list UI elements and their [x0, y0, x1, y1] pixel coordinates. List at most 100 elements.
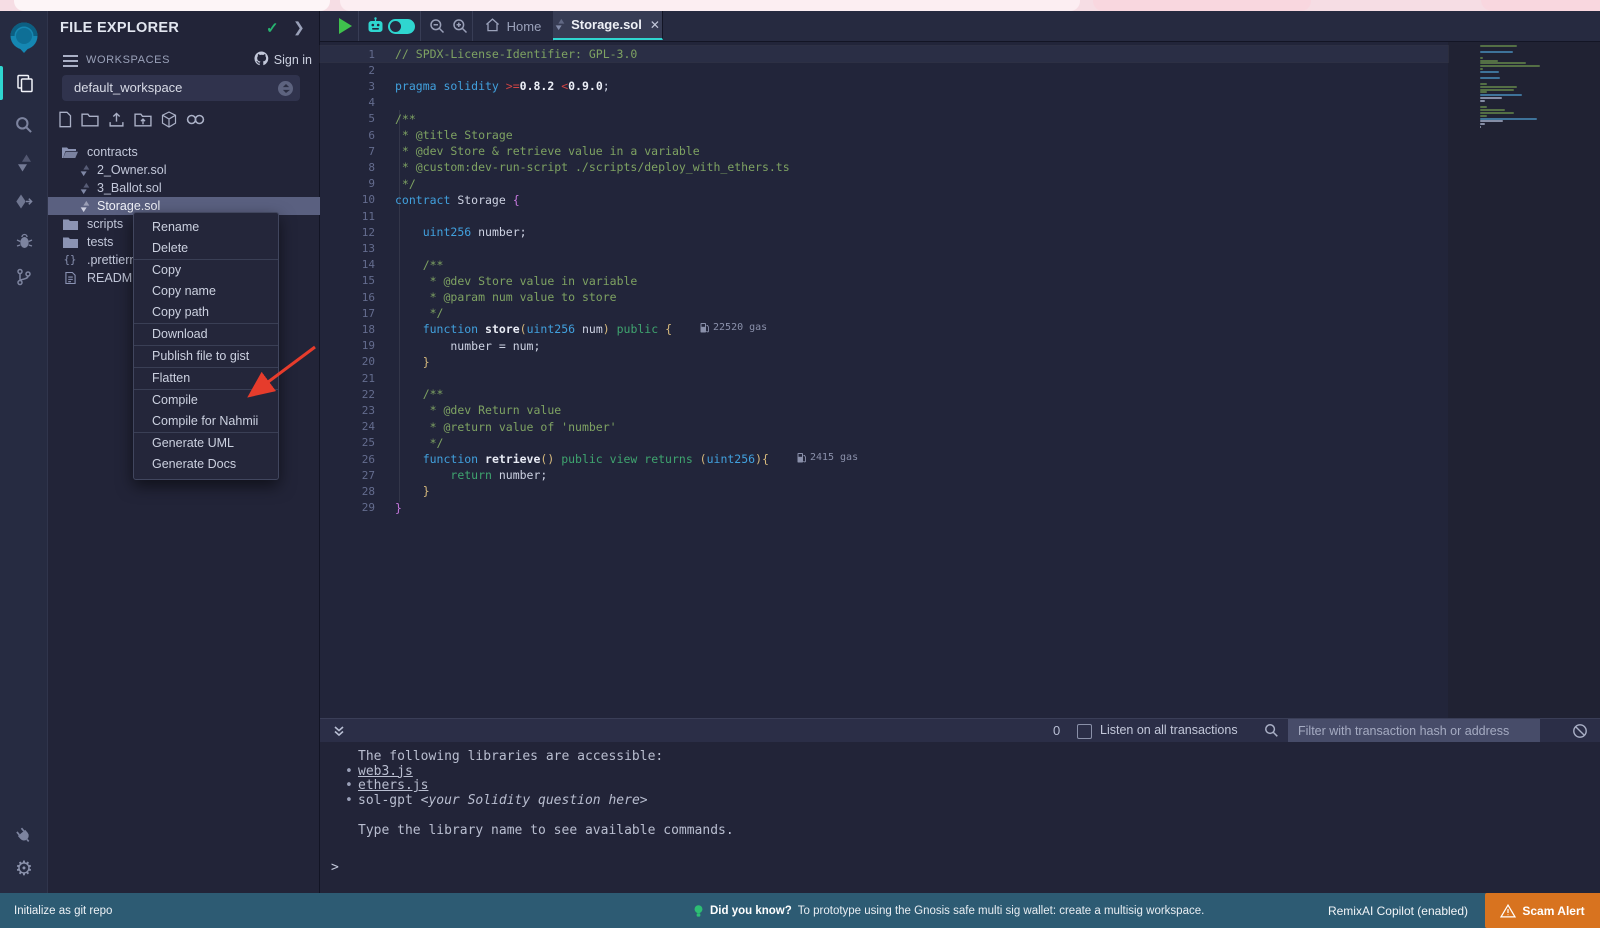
file-tree-item-2-owner-sol[interactable]: 2_Owner.sol — [48, 161, 320, 179]
workspaces-menu-icon[interactable] — [63, 55, 78, 67]
minimap-line — [1480, 60, 1498, 62]
minimap-line — [1480, 109, 1505, 111]
terminal-library-link[interactable]: ethers.js — [358, 778, 428, 793]
line-number: 5 — [320, 112, 375, 125]
code-line-20: 20 } — [320, 354, 1448, 370]
upload-folder-icon[interactable] — [134, 111, 152, 128]
git-init-action[interactable]: Initialize as git repo — [14, 893, 112, 928]
close-tab-icon[interactable]: ✕ — [650, 18, 660, 32]
terminal-library-link[interactable]: web3.js — [358, 764, 413, 779]
context-menu-item-generate-docs[interactable]: Generate Docs — [134, 454, 278, 475]
github-icon — [254, 51, 269, 69]
file-tree-item-3-ballot-sol[interactable]: 3_Ballot.sol — [48, 179, 320, 197]
code-line-29: 29} — [320, 500, 1448, 516]
zoom-out-icon[interactable] — [426, 11, 448, 41]
line-number: 29 — [320, 501, 375, 514]
code-text: number = num; — [395, 339, 540, 353]
scam-alert-badge[interactable]: Scam Alert — [1485, 893, 1600, 928]
check-icon[interactable]: ✓ — [266, 19, 279, 37]
terminal-line: •sol-gpt <your Solidity question here> — [358, 794, 734, 809]
upload-file-icon[interactable] — [108, 111, 125, 128]
settings-icon[interactable]: ⚙ — [0, 851, 48, 887]
new-folder-icon[interactable] — [81, 111, 99, 128]
minimap-line — [1480, 86, 1517, 88]
line-number: 10 — [320, 193, 375, 206]
copilot-toggle[interactable] — [388, 19, 415, 34]
code-text: uint256 number; — [395, 225, 527, 239]
clear-console-icon[interactable] — [1572, 723, 1588, 744]
collapse-terminal-icon[interactable] — [332, 724, 346, 743]
code-line-8: 8 * @custom:dev-run-script ./scripts/dep… — [320, 159, 1448, 175]
code-text: */ — [395, 306, 443, 320]
copilot-status-label: RemixAI Copilot (enabled) — [1328, 893, 1468, 928]
minimap-line — [1480, 97, 1502, 99]
ipfs-box-icon[interactable] — [161, 111, 177, 128]
line-number: 12 — [320, 226, 375, 239]
file-explorer-icon[interactable] — [0, 65, 48, 101]
link-icon[interactable] — [186, 111, 205, 128]
code-line-7: 7 * @dev Store & retrieve value in a var… — [320, 143, 1448, 159]
search-icon[interactable] — [0, 107, 48, 143]
file-tree-item-contracts[interactable]: contracts — [48, 143, 320, 161]
tab-home[interactable]: Home — [472, 11, 554, 41]
file-tree-label: tests — [87, 235, 113, 249]
workspace-select[interactable]: default_workspace — [62, 75, 300, 101]
code-text: } — [395, 355, 430, 369]
context-menu-item-download[interactable]: Download — [134, 324, 278, 345]
search-icon[interactable] — [1264, 723, 1279, 743]
code-editor[interactable]: 1// SPDX-License-Identifier: GPL-3.023pr… — [320, 42, 1600, 718]
minimap-line — [1480, 83, 1487, 85]
context-menu-item-delete[interactable]: Delete — [134, 238, 278, 259]
transaction-filter-input[interactable] — [1288, 719, 1540, 743]
terminal-line: •ethers.js — [358, 779, 734, 794]
code-text: function retrieve() public view returns … — [395, 452, 858, 466]
code-text: return number; — [395, 468, 547, 482]
home-icon — [485, 17, 500, 35]
context-menu-item-rename[interactable]: Rename — [134, 217, 278, 238]
new-file-icon[interactable] — [58, 111, 72, 128]
ai-robot-icon[interactable] — [363, 11, 387, 41]
code-line-4: 4 — [320, 95, 1448, 111]
code-text: contract Storage { — [395, 193, 520, 207]
plugin-manager-icon[interactable] — [0, 817, 48, 853]
context-menu-item-generate-uml[interactable]: Generate UML — [134, 433, 278, 454]
context-menu-item-publish-file-to-gist[interactable]: Publish file to gist — [134, 346, 278, 367]
scam-alert-label: Scam Alert — [1522, 904, 1584, 918]
line-number: 22 — [320, 388, 375, 401]
code-line-13: 13 — [320, 240, 1448, 256]
workspaces-label: WORKSPACES — [86, 54, 170, 66]
context-menu-item-compile-for-nahmii[interactable]: Compile for Nahmii — [134, 411, 278, 432]
terminal-output[interactable]: The following libraries are accessible:•… — [320, 742, 1600, 893]
listen-all-checkbox[interactable] — [1077, 724, 1092, 739]
active-tab-label: Storage.sol — [571, 17, 642, 32]
code-text: /** — [395, 112, 416, 126]
solidity-compiler-icon[interactable] — [0, 145, 48, 181]
context-menu-item-copy[interactable]: Copy — [134, 260, 278, 281]
editor-toolbar: Home Storage.sol ✕ — [320, 11, 1600, 42]
context-menu-item-copy-name[interactable]: Copy name — [134, 281, 278, 302]
editor-scroll-gutter — [1448, 42, 1600, 718]
tip-text: To prototype using the Gnosis safe multi… — [798, 905, 1205, 917]
chevron-right-icon[interactable]: ❯ — [293, 19, 305, 36]
context-menu-item-flatten[interactable]: Flatten — [134, 368, 278, 389]
terminal-line — [358, 809, 734, 824]
folder-icon — [62, 218, 78, 230]
line-number: 11 — [320, 210, 375, 223]
tab-storage-sol[interactable]: Storage.sol ✕ — [553, 11, 663, 40]
status-bar: Initialize as git repo Did you know? To … — [0, 893, 1600, 928]
code-line-9: 9 */ — [320, 176, 1448, 192]
debugger-icon[interactable] — [0, 223, 48, 259]
browser-artifact-blob — [1093, 0, 1311, 11]
browser-artifact-strip — [0, 0, 1600, 11]
run-script-button[interactable] — [332, 11, 358, 41]
context-menu-item-copy-path[interactable]: Copy path — [134, 302, 278, 323]
file-actions-toolbar — [58, 111, 205, 128]
zoom-in-icon[interactable] — [449, 11, 471, 41]
sign-in-button[interactable]: Sign in — [254, 51, 312, 69]
file-tree-label: Storage.sol — [97, 199, 160, 213]
context-menu-item-compile[interactable]: Compile — [134, 390, 278, 411]
line-number: 15 — [320, 274, 375, 287]
git-icon[interactable] — [0, 259, 48, 295]
code-text: /** — [395, 387, 443, 401]
deploy-run-icon[interactable] — [0, 184, 48, 220]
